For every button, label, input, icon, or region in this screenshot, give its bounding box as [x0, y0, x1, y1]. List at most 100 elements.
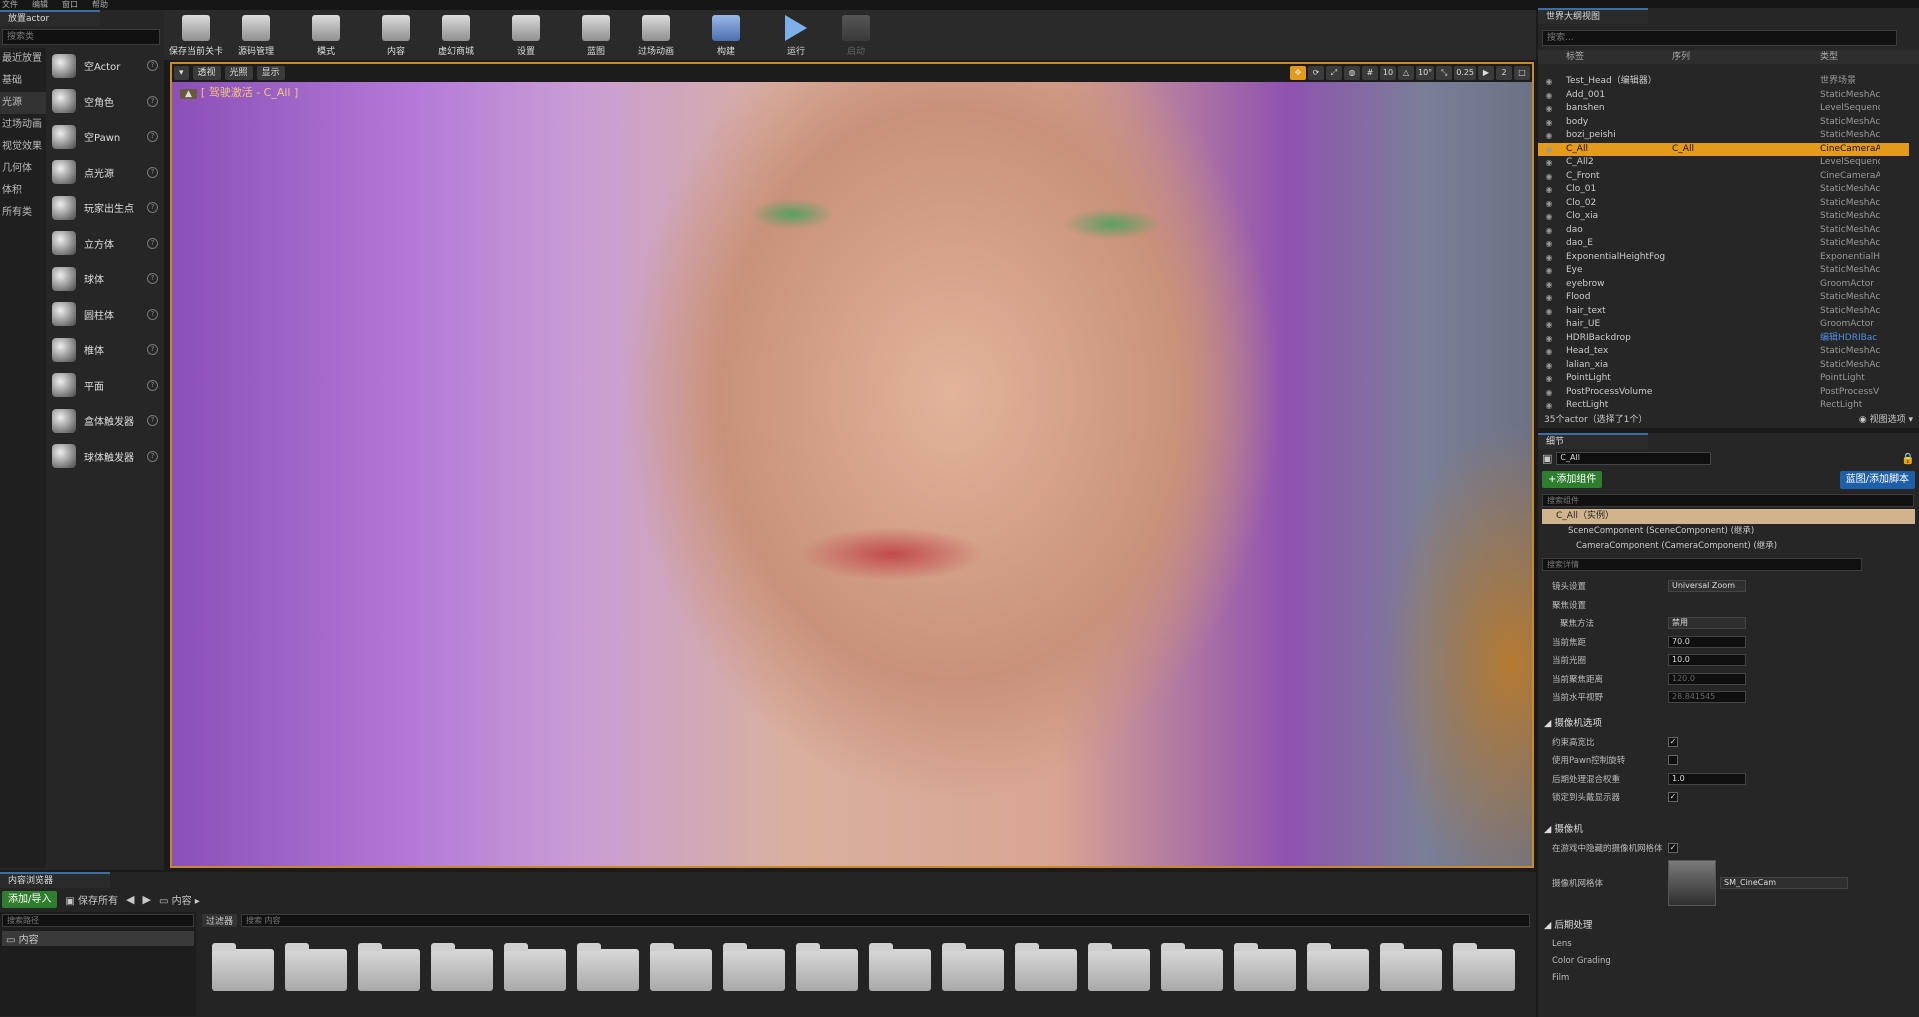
table-row[interactable]: ◉ Add_001 StaticMeshAct	[1538, 89, 1909, 103]
play-button[interactable]: 运行	[768, 12, 824, 60]
level-viewport[interactable]: ▾ 透视 光照 显示 ✥ ⟳ ⤢ ◍ # 10 △ 10° ⤡ 0.25 ▶ 2…	[170, 62, 1534, 868]
view-options-button[interactable]: ◉ 视图选项 ▾	[1859, 412, 1913, 425]
details-search[interactable]: 搜索详情	[1542, 558, 1862, 571]
lens-settings-dropdown[interactable]: Universal Zoom	[1668, 580, 1746, 593]
list-item[interactable]: 空角色?	[46, 84, 164, 120]
eye-icon[interactable]: ◉	[1538, 75, 1560, 89]
maximize-icon[interactable]: □	[1514, 66, 1530, 80]
eye-icon[interactable]: ◉	[1538, 251, 1560, 265]
folder-icon[interactable]	[869, 943, 931, 991]
folder-icon[interactable]	[1088, 943, 1150, 991]
focal-length-input[interactable]: 70.0	[1668, 635, 1746, 648]
list-item[interactable]: 球体?	[46, 261, 164, 297]
world-icon[interactable]: ◍	[1344, 66, 1360, 80]
viewport-menu-button[interactable]: ▾	[174, 66, 189, 80]
folder-icon[interactable]	[1453, 943, 1515, 991]
source-control-button[interactable]: 源码管理	[228, 12, 284, 60]
table-row-selected[interactable]: ◉ C_All C_All CineCameraA	[1538, 142, 1909, 156]
help-icon[interactable]: ?	[147, 344, 158, 356]
viewport-render[interactable]	[172, 64, 1532, 866]
save-all-button[interactable]: ▣ 保存所有	[65, 892, 118, 907]
folder-icon[interactable]	[723, 943, 785, 991]
scene-component-row[interactable]: SceneComponent (SceneComponent) (继承)	[1538, 524, 1919, 539]
eye-icon[interactable]: ◉	[1538, 102, 1560, 116]
back-button[interactable]: ◀	[126, 893, 134, 906]
post-process-category[interactable]: ◢ 后期处理	[1538, 917, 1919, 935]
place-actor-search[interactable]: 搜索类	[2, 29, 160, 45]
list-item[interactable]: 点光源?	[46, 155, 164, 191]
col-label[interactable]: 标签	[1560, 50, 1672, 64]
table-row[interactable]: ◉ hair_text StaticMeshAct	[1538, 305, 1909, 319]
cat-recent[interactable]: 最近放置	[0, 48, 46, 70]
filters-button[interactable]: 过滤器	[202, 914, 238, 927]
folder-icon[interactable]	[1307, 943, 1369, 991]
eye-icon[interactable]: ◉	[1538, 359, 1560, 373]
component-search[interactable]: 搜索组件	[1542, 494, 1914, 507]
film-subcategory[interactable]: Film	[1538, 969, 1919, 986]
table-row[interactable]: ◉ PostProcessVolume PostProcessV	[1538, 386, 1909, 400]
help-icon[interactable]: ?	[147, 308, 158, 320]
table-row[interactable]: ◉ Clo_xia StaticMeshAct	[1538, 210, 1909, 224]
table-row[interactable]: ◉ Flood StaticMeshAct	[1538, 291, 1909, 305]
list-item[interactable]: 平面?	[46, 368, 164, 404]
eye-icon[interactable]: ◉	[1538, 116, 1560, 130]
scale-icon[interactable]: ⤢	[1326, 66, 1342, 80]
eye-icon[interactable]: ◉	[1538, 345, 1560, 359]
eye-icon[interactable]: ◉	[1538, 156, 1560, 170]
table-row[interactable]: ◉ lalian_xia StaticMeshAct	[1538, 359, 1909, 373]
help-icon[interactable]: ?	[147, 60, 158, 72]
table-row[interactable]: ◉ C_Front CineCameraA	[1538, 170, 1909, 184]
folder-icon[interactable]	[1380, 943, 1442, 991]
eye-icon[interactable]: ◉	[1538, 224, 1560, 238]
table-row[interactable]: ◉ Test_Head（编辑器） 世界场景	[1538, 75, 1909, 89]
instance-row[interactable]: C_All（实例）	[1542, 509, 1915, 524]
translate-icon[interactable]: ✥	[1290, 66, 1306, 80]
help-icon[interactable]: ?	[147, 202, 158, 214]
path-search[interactable]: 搜索路径	[2, 914, 194, 927]
list-item[interactable]: 玩家出生点?	[46, 190, 164, 226]
add-component-button[interactable]: +添加组件	[1542, 471, 1603, 488]
table-row[interactable]: ◉ hair_UE GroomActor	[1538, 318, 1909, 332]
menu-edit[interactable]: 编辑	[32, 0, 48, 10]
help-icon[interactable]: ?	[147, 95, 158, 107]
lock-hmd-checkbox[interactable]: ✓	[1668, 792, 1678, 803]
forward-button[interactable]: ▶	[142, 893, 150, 906]
list-item[interactable]: 空Pawn?	[46, 119, 164, 155]
help-icon[interactable]: ?	[147, 273, 158, 285]
actor-name-field[interactable]: C_All	[1556, 452, 1712, 465]
eye-icon[interactable]: ◉	[1538, 197, 1560, 211]
help-icon[interactable]: ?	[147, 415, 158, 427]
eye-icon[interactable]: ◉	[1538, 210, 1560, 224]
list-item[interactable]: 立方体?	[46, 226, 164, 262]
rotation-size[interactable]: 10°	[1416, 66, 1435, 80]
table-row[interactable]: ◉ body StaticMeshAct	[1538, 116, 1909, 130]
folder-icon[interactable]	[650, 943, 712, 991]
eye-icon[interactable]: ◉	[1538, 305, 1560, 319]
folder-icon[interactable]	[577, 943, 639, 991]
folder-icon[interactable]	[431, 943, 493, 991]
camera-options-category[interactable]: ◢ 摄像机选项	[1538, 715, 1919, 733]
hide-mesh-checkbox[interactable]: ✓	[1668, 842, 1678, 853]
add-import-button[interactable]: 添加/导入	[2, 890, 58, 908]
camera-speed-icon[interactable]: ▶	[1478, 66, 1494, 80]
color-grading-subcategory[interactable]: Color Grading	[1538, 952, 1919, 969]
pp-blend-input[interactable]: 1.0	[1668, 772, 1746, 785]
lit-button[interactable]: 光照	[224, 66, 253, 80]
path-breadcrumb[interactable]: ▭ 内容 ▸	[159, 892, 200, 907]
eye-icon[interactable]: ◉	[1538, 89, 1560, 103]
cat-all[interactable]: 所有类	[0, 202, 46, 224]
folder-icon[interactable]	[1161, 943, 1223, 991]
help-icon[interactable]: ?	[147, 237, 158, 249]
cat-geometry[interactable]: 几何体	[0, 158, 46, 180]
table-row[interactable]: ◉ bozi_peishi StaticMeshAct	[1538, 129, 1909, 143]
grid-snap-icon[interactable]: #	[1362, 66, 1378, 80]
camera-component-row[interactable]: CameraComponent (CameraComponent) (继承)	[1538, 539, 1919, 554]
help-icon[interactable]: ?	[147, 450, 158, 462]
folder-icon[interactable]	[358, 943, 420, 991]
marketplace-button[interactable]: 虚幻商城	[428, 12, 484, 60]
list-item[interactable]: 椎体?	[46, 332, 164, 368]
scale-size[interactable]: 0.25	[1454, 66, 1476, 80]
perspective-button[interactable]: 透视	[192, 66, 221, 80]
table-row[interactable]: ◉banshenLevelSequence	[1538, 102, 1909, 116]
cat-cinematic[interactable]: 过场动画	[0, 114, 46, 136]
